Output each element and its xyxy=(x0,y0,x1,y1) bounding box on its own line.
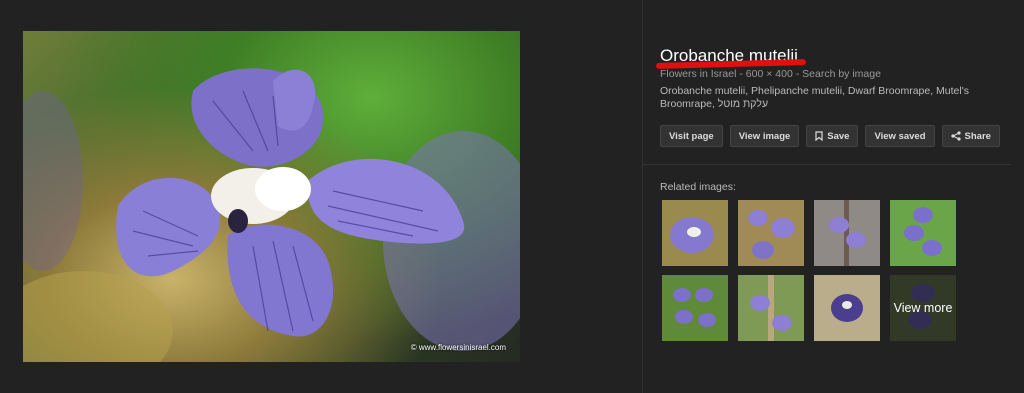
visit-page-button[interactable]: Visit page xyxy=(660,125,723,147)
save-label: Save xyxy=(827,130,850,142)
share-button[interactable]: Share xyxy=(941,125,1000,147)
image-dimensions: 600 × 400 xyxy=(745,68,793,80)
main-image[interactable]: © www.flowersinisrael.com xyxy=(23,31,520,362)
share-label: Share xyxy=(964,130,991,142)
related-image-thumb[interactable] xyxy=(814,200,880,266)
meta-separator: - xyxy=(795,68,800,80)
result-description: Orobanche mutelii, Phelipanche mutelii, … xyxy=(660,85,969,110)
related-image-thumb[interactable] xyxy=(662,275,728,341)
view-saved-button[interactable]: View saved xyxy=(865,125,935,147)
source-link[interactable]: Flowers in Israel xyxy=(660,68,736,80)
image-watermark: © www.flowersinisrael.com xyxy=(410,343,506,352)
visit-page-label: Visit page xyxy=(669,130,714,142)
related-image-thumb[interactable] xyxy=(738,275,804,341)
result-meta: Flowers in Israel - 600 × 400 - Search b… xyxy=(660,68,881,80)
related-image-thumb[interactable]: View more xyxy=(890,275,956,341)
view-saved-label: View saved xyxy=(874,130,926,142)
related-images-label: Related images: xyxy=(660,181,736,193)
details-pane: Orobanche mutelii Flowers in Israel - 60… xyxy=(643,0,1024,393)
share-icon xyxy=(950,131,961,141)
related-image-thumb[interactable] xyxy=(738,200,804,266)
view-more-overlay[interactable]: View more xyxy=(890,275,956,341)
related-images-grid: View more xyxy=(662,200,956,341)
related-image-thumb[interactable] xyxy=(890,200,956,266)
section-divider xyxy=(643,164,1011,165)
related-image-thumb[interactable] xyxy=(814,275,880,341)
search-by-image-link[interactable]: Search by image xyxy=(802,68,881,80)
bookmark-icon xyxy=(815,131,823,141)
related-image-thumb[interactable] xyxy=(662,200,728,266)
action-buttons: Visit page View image Save View saved Sh… xyxy=(660,125,1000,147)
save-button[interactable]: Save xyxy=(806,125,859,147)
image-preview-pane: © www.flowersinisrael.com xyxy=(0,0,642,393)
meta-separator: - xyxy=(739,68,743,80)
view-image-label: View image xyxy=(738,130,791,142)
view-image-button[interactable]: View image xyxy=(729,125,800,147)
